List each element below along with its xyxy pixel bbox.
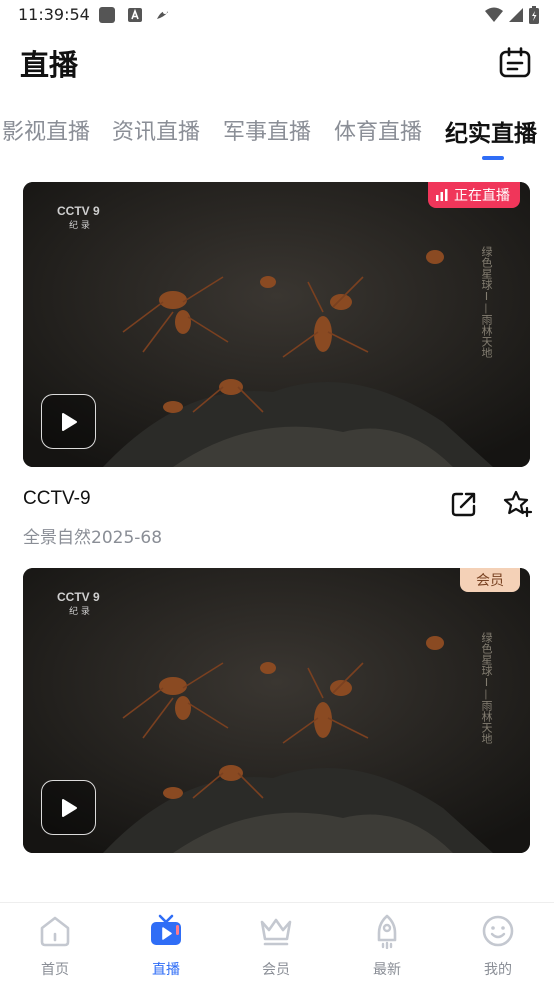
overlay-caption: 绿色星球Ⅰ—雨林天地	[480, 632, 493, 744]
svg-text:纪 录: 纪 录	[69, 219, 90, 231]
nav-vip-label: 会员	[262, 962, 290, 978]
nav-latest-label: 最新	[373, 962, 401, 978]
notification-square-icon	[99, 7, 115, 23]
vip-badge: 会员	[460, 568, 520, 592]
nav-latest[interactable]: 最新	[347, 913, 427, 979]
crown-icon	[260, 918, 292, 946]
calendar-icon[interactable]	[498, 46, 532, 80]
nav-home-label: 首页	[41, 962, 69, 978]
tab-documentary-live[interactable]: 纪实直播	[445, 114, 537, 148]
overlay-caption: 绿色星球Ⅰ—雨林天地	[480, 246, 493, 358]
program-name: 全景自然2025-68	[23, 528, 163, 548]
favorite-star-add-icon[interactable]	[503, 489, 533, 519]
active-tab-indicator	[482, 156, 504, 160]
category-tabs: 影视直播 资讯直播 军事直播 体育直播 纪实直播	[0, 108, 554, 164]
nav-live-label: 直播	[152, 962, 180, 978]
play-icon	[61, 798, 77, 817]
tab-sports-live[interactable]: 体育直播	[334, 114, 422, 146]
tv-icon	[151, 914, 181, 945]
play-button[interactable]	[41, 780, 96, 835]
status-right-icons	[484, 5, 540, 25]
vip-badge-label: 会员	[476, 573, 504, 589]
video-card[interactable]: CCTV 9 纪 录 绿色星球Ⅰ—雨林天地 正在直播	[23, 182, 530, 467]
nav-live[interactable]: 直播	[126, 913, 206, 979]
nav-mine[interactable]: 我的	[458, 913, 538, 979]
video-card[interactable]: CCTV 9 纪 录 绿色星球Ⅰ—雨林天地 会员	[23, 568, 530, 853]
nav-home[interactable]: 首页	[15, 913, 95, 979]
share-icon[interactable]	[450, 490, 478, 518]
smile-icon	[482, 915, 514, 947]
svg-text:CCTV 9: CCTV 9	[57, 590, 100, 604]
status-time: 11:39:54	[18, 5, 90, 24]
home-icon	[40, 916, 70, 947]
battery-icon	[529, 6, 539, 24]
satellite-icon	[157, 10, 168, 19]
nav-mine-label: 我的	[484, 962, 512, 978]
rocket-icon	[377, 914, 397, 949]
cctv9-logo: CCTV 9 纪 录	[57, 204, 100, 231]
page-title: 直播	[20, 48, 79, 82]
tab-military-live[interactable]: 军事直播	[223, 114, 311, 146]
signal-icon	[509, 8, 523, 22]
live-badge-label: 正在直播	[454, 188, 510, 204]
live-bars-icon	[436, 189, 448, 201]
bottom-navigation: 首页 直播 会员 最新 我的	[0, 902, 554, 984]
svg-text:纪 录: 纪 录	[69, 605, 90, 617]
tab-news-live[interactable]: 资讯直播	[112, 114, 200, 146]
nav-vip[interactable]: 会员	[236, 913, 316, 979]
cctv9-logo: CCTV 9 纪 录	[57, 590, 100, 617]
play-icon	[61, 412, 77, 431]
channel-name: CCTV-9	[23, 488, 91, 509]
tab-film-live[interactable]: 影视直播	[2, 114, 90, 146]
status-bar: 11:39:54	[0, 0, 554, 32]
svg-text:CCTV 9: CCTV 9	[57, 204, 100, 218]
keyboard-a-icon	[128, 8, 142, 22]
wifi-icon	[485, 7, 503, 22]
live-badge: 正在直播	[428, 182, 520, 208]
play-button[interactable]	[41, 394, 96, 449]
